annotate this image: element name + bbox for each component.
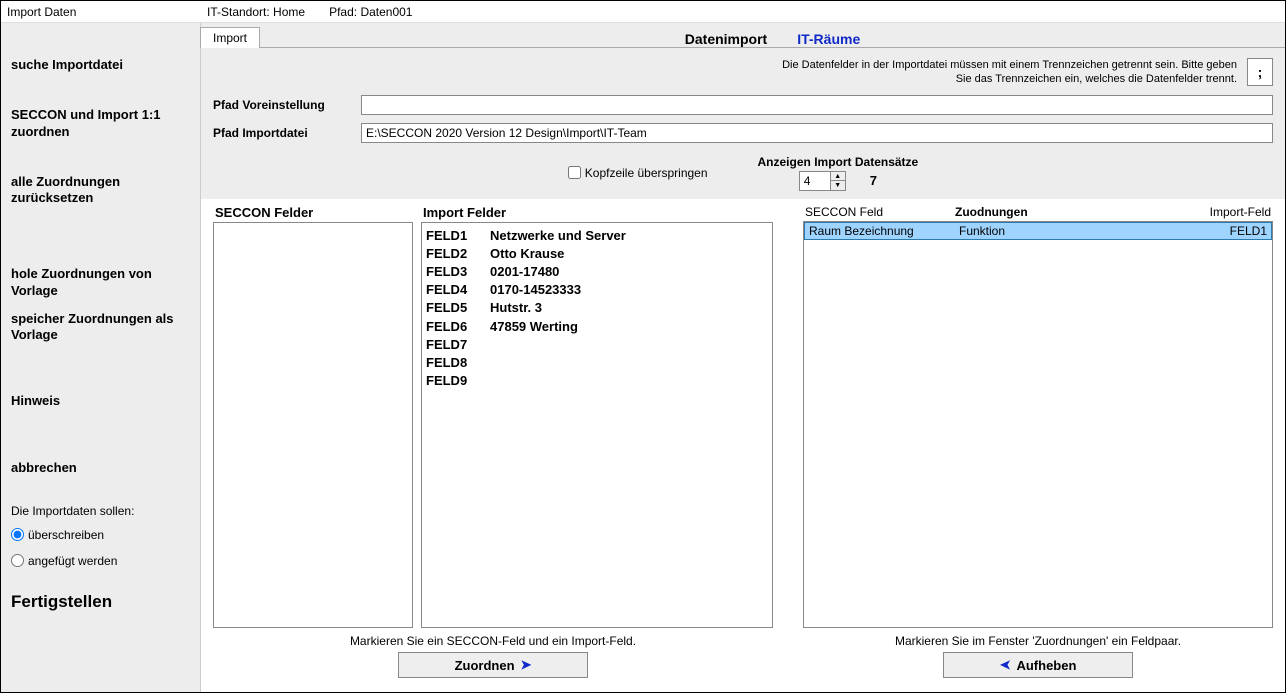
path-import-label: Pfad Importdatei	[213, 126, 353, 140]
skip-header-checkbox[interactable]	[568, 166, 581, 179]
import-field-id: FELD6	[426, 318, 482, 336]
path-preset-input[interactable]	[361, 95, 1273, 115]
window-title: Import Daten	[7, 5, 207, 19]
sidebar-item-speicher-zuordnungen[interactable]: speicher Zuordnungen als Vorlage	[11, 309, 192, 346]
sidebar: suche Importdatei SECCON und Import 1:1 …	[1, 23, 201, 692]
import-fields-list[interactable]: FELD1 Netzwerke und Server FELD2 Otto Kraus…	[421, 222, 773, 628]
mapping-header-import: Import-Feld	[1161, 205, 1271, 219]
hint-left: Markieren Sie ein SECCON-Feld und ein Im…	[213, 628, 773, 652]
import-field-row[interactable]: FELD6 47859 Werting	[426, 318, 768, 336]
import-field-id: FELD4	[426, 281, 482, 299]
import-field-row[interactable]: FELD7	[426, 336, 768, 354]
tab-import[interactable]: Import	[200, 27, 260, 48]
panel: Die Datenfelder in der Importdatei müsse…	[201, 47, 1285, 692]
import-field-value: Hutstr. 3	[490, 299, 542, 317]
import-field-id: FELD2	[426, 245, 482, 263]
skip-header-row[interactable]: Kopfzeile überspringen	[568, 166, 708, 180]
aufheben-button[interactable]: ➤ Aufheben	[943, 652, 1133, 678]
skip-header-label[interactable]: Kopfzeile überspringen	[585, 166, 708, 180]
import-mode-label: Die Importdaten sollen:	[11, 504, 192, 518]
mapping-header-title: Zuodnungen	[955, 205, 1161, 219]
spinner-up-icon[interactable]: ▲	[831, 172, 845, 181]
import-field-id: FELD9	[426, 372, 482, 390]
breadcrumb-it-raeume[interactable]: IT-Räume	[797, 31, 860, 47]
mapping-funktion: Funktion	[959, 224, 1157, 238]
sidebar-item-hinweis[interactable]: Hinweis	[11, 391, 192, 411]
records-spinner[interactable]: ▲ ▼	[799, 171, 846, 191]
mapping-row[interactable]: Raum BezeichnungFunktionFELD1	[804, 222, 1272, 240]
delimiter-input[interactable]: ;	[1247, 58, 1273, 86]
import-fields-title: Import Felder	[421, 205, 773, 220]
main-area: Import Datenimport IT-Räume Die Datenfel…	[201, 23, 1285, 692]
records-label: Anzeigen Import Datensätze	[758, 155, 919, 169]
sidebar-item-abbrechen[interactable]: abbrechen	[11, 458, 192, 478]
breadcrumb-datenimport: Datenimport	[685, 31, 767, 47]
mapping-header-seccon: SECCON Feld	[805, 205, 955, 219]
sidebar-item-alle-zuordnungen-zuruecksetzen[interactable]: alle Zuordnungen zurücksetzen	[11, 172, 192, 209]
import-field-row[interactable]: FELD8	[426, 354, 768, 372]
breadcrumb: Datenimport IT-Räume	[260, 31, 1285, 47]
titlebar: Import Daten IT-Standort: Home Pfad: Dat…	[1, 1, 1285, 23]
path-preset-label: Pfad Voreinstellung	[213, 98, 353, 112]
mapping-list[interactable]: Raum BezeichnungFunktionFELD1	[803, 221, 1273, 628]
zuordnen-label: Zuordnen	[455, 658, 515, 673]
import-field-row[interactable]: FELD3 0201-17480	[426, 263, 768, 281]
path-import-input[interactable]	[361, 123, 1273, 143]
radio-append-label[interactable]: angefügt werden	[28, 554, 117, 568]
import-field-value: 47859 Werting	[490, 318, 578, 336]
import-field-value: 0170-14523333	[490, 281, 581, 299]
sidebar-item-seccon-import-zuordnen[interactable]: SECCON und Import 1:1 zuordnen	[11, 105, 192, 142]
spinner-down-icon[interactable]: ▼	[831, 181, 845, 190]
delimiter-hint: Die Datenfelder in der Importdatei müsse…	[767, 58, 1237, 87]
import-field-row[interactable]: FELD4 0170-14523333	[426, 281, 768, 299]
standort-block: IT-Standort: Home	[207, 5, 305, 19]
import-field-value: Otto Krause	[490, 245, 564, 263]
tabstrip: Import Datenimport IT-Räume	[201, 23, 1285, 47]
radio-overwrite-row[interactable]: überschreiben	[11, 528, 192, 542]
import-field-row[interactable]: FELD2 Otto Krause	[426, 245, 768, 263]
app-window: Import Daten IT-Standort: Home Pfad: Dat…	[0, 0, 1286, 693]
radio-overwrite-label[interactable]: überschreiben	[28, 528, 104, 542]
import-field-row[interactable]: FELD9	[426, 372, 768, 390]
arrow-right-icon: ➤	[521, 657, 532, 673]
config-area: Die Datenfelder in der Importdatei müsse…	[201, 48, 1285, 199]
radio-append-row[interactable]: angefügt werden	[11, 554, 192, 568]
arrow-left-icon: ➤	[1000, 657, 1011, 673]
import-field-id: FELD5	[426, 299, 482, 317]
mapping-import: FELD1	[1157, 224, 1267, 238]
import-field-value: Netzwerke und Server	[490, 227, 626, 245]
sidebar-item-suche-importdatei[interactable]: suche Importdatei	[11, 55, 192, 75]
records-current-input[interactable]	[800, 172, 830, 190]
zuordnen-button[interactable]: Zuordnen ➤	[398, 652, 588, 678]
pfad-block: Pfad: Daten001	[329, 5, 412, 19]
mapping-header: SECCON Feld Zuodnungen Import-Feld	[803, 205, 1273, 221]
import-field-value: 0201-17480	[490, 263, 559, 281]
import-field-row[interactable]: FELD5 Hutstr. 3	[426, 299, 768, 317]
aufheben-label: Aufheben	[1016, 658, 1076, 673]
import-field-id: FELD7	[426, 336, 482, 354]
import-field-id: FELD1	[426, 227, 482, 245]
lists-area: SECCON Felder Import Felder FELD1 Netzwer…	[201, 199, 1285, 692]
radio-append[interactable]	[11, 554, 24, 567]
records-total: 7	[870, 173, 877, 188]
radio-overwrite[interactable]	[11, 528, 24, 541]
mapping-seccon: Raum Bezeichnung	[809, 224, 959, 238]
hint-right: Markieren Sie im Fenster 'Zuordnungen' e…	[803, 628, 1273, 652]
standort-value: Home	[273, 5, 305, 19]
import-field-id: FELD3	[426, 263, 482, 281]
seccon-fields-list[interactable]	[213, 222, 413, 628]
pfad-value: Daten001	[360, 5, 412, 19]
standort-label: IT-Standort:	[207, 5, 270, 19]
sidebar-item-fertigstellen[interactable]: Fertigstellen	[11, 592, 192, 612]
seccon-fields-title: SECCON Felder	[213, 205, 413, 220]
import-field-row[interactable]: FELD1 Netzwerke und Server	[426, 227, 768, 245]
import-field-id: FELD8	[426, 354, 482, 372]
sidebar-item-hole-zuordnungen[interactable]: hole Zuordnungen von Vorlage	[11, 264, 192, 301]
pfad-label: Pfad:	[329, 5, 357, 19]
